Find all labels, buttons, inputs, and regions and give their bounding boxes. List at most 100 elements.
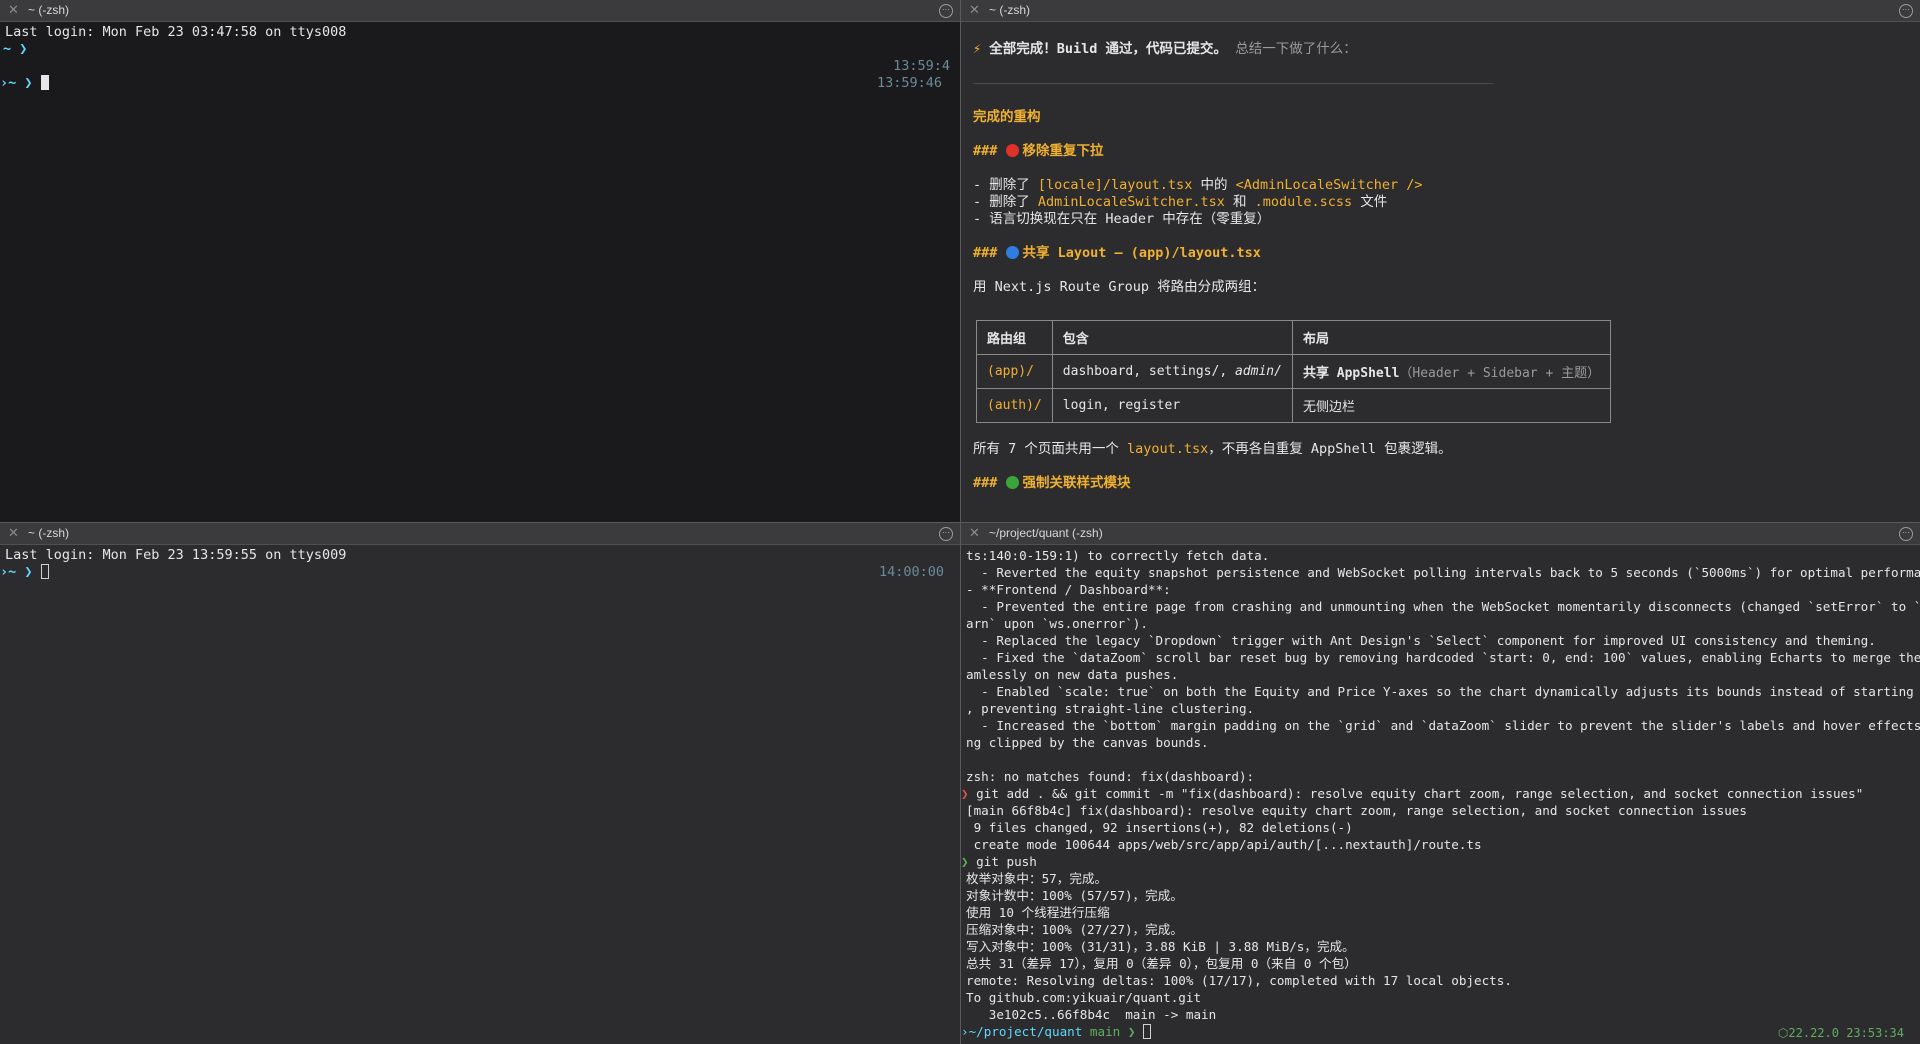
command-line: ❯ git push (961, 854, 1037, 869)
list-item: - 删除了 [locale]/layout.tsx 中的 <AdminLocal… (973, 177, 1423, 193)
summary-heading: ⚡ 全部完成！Build 通过，代码已提交。 总结一下做了什么： (973, 41, 1357, 57)
table-cell: 共享 AppShell（Header + Sidebar + 主题） (1291, 354, 1612, 389)
more-options-icon[interactable]: ··· (1899, 4, 1913, 18)
output-line: zsh: no matches found: fix(dashboard): (966, 769, 1255, 784)
prompt-symbol: ❯ (961, 854, 969, 869)
timestamp: 13:59:4 (893, 58, 950, 74)
close-icon[interactable]: ✕ (969, 2, 980, 18)
blue-circle-icon (1005, 246, 1019, 259)
output-line: remote: Resolving deltas: 100% (17/17), … (966, 973, 1512, 988)
table-cell: (auth)/ (976, 388, 1053, 423)
pane-title: ~ (-zsh) (28, 526, 70, 540)
output-line: 3e102c5..66f8b4c main -> main (966, 1007, 1217, 1022)
output-line: ts:140:0-159:1) to correctly fetch data. (966, 548, 1270, 563)
prompt-line: ~ ❯ (3, 41, 28, 57)
terminal-pane-bottom-left[interactable]: ✕ ~ (-zsh) ··· Last login: Mon Feb 23 13… (0, 523, 960, 1044)
output-line: 使用 10 个线程进行压缩 (966, 905, 1110, 920)
active-prompt-line[interactable]: ›~ ❯ (0, 75, 49, 92)
output-line: - Prevented the entire page from crashin… (966, 599, 1920, 614)
more-options-icon[interactable]: ··· (939, 4, 953, 18)
more-options-icon[interactable]: ··· (1899, 527, 1913, 541)
prompt-symbol: ❯ (961, 786, 969, 801)
table-row: (app)/ dashboard, settings/, admin/ 共享 A… (976, 354, 1612, 389)
pane-titlebar: ✕ ~ (-zsh) ··· (0, 523, 960, 545)
pane-title: ~/project/quant (-zsh) (989, 526, 1103, 540)
last-login-text: Last login: Mon Feb 23 13:59:55 on ttys0… (5, 547, 347, 563)
output-line: - Reverted the equity snapshot persisten… (966, 565, 1920, 580)
output-line: 压缩对象中：100% (27/27)，完成。 (966, 922, 1183, 937)
list-item: - 删除了 AdminLocaleSwitcher.tsx 和 .module.… (973, 194, 1388, 210)
output-line: amlessly on new data pushes. (966, 667, 1179, 682)
text-cursor (1143, 1024, 1151, 1039)
output-line: 9 files changed, 92 insertions(+), 82 de… (966, 820, 1353, 835)
route-group-table: 路由组 包含 布局 (app)/ dashboard, settings/, a… (976, 320, 1612, 423)
table-header: 布局 (1291, 320, 1612, 355)
active-prompt-line[interactable]: ›~/project/quant main ❯ (961, 1023, 1920, 1040)
last-login-text: Last login: Mon Feb 23 03:47:58 on ttys0… (5, 24, 347, 40)
summary-text: 所有 7 个页面共用一个 layout.tsx，不再各自重复 AppShell … (973, 441, 1452, 457)
log-lines: ts:140:0-159:1) to correctly fetch data.… (961, 547, 1920, 1040)
output-line: 写入对象中：100% (31/31)，3.88 KiB | 3.88 MiB/s… (966, 939, 1355, 954)
terminal-pane-top-right[interactable]: ✕ ~ (-zsh) ··· ⚡ 全部完成！Build 通过，代码已提交。 总结… (961, 0, 1920, 522)
pane-titlebar: ✕ ~ (-zsh) ··· (0, 0, 960, 22)
pane-title: ~ (-zsh) (28, 3, 70, 17)
table-cell: 无侧边栏 (1291, 388, 1612, 423)
terminal-output[interactable]: ts:140:0-159:1) to correctly fetch data.… (961, 545, 1920, 1044)
current-path: ›~/project/quant (961, 1024, 1083, 1039)
lightning-icon: ⚡ (973, 41, 982, 57)
timestamp: 14:00:00 (878, 564, 944, 580)
output-line: [main 66f8b4c] fix(dashboard): resolve e… (966, 803, 1747, 818)
output-line: create mode 100644 apps/web/src/app/api/… (966, 837, 1482, 852)
output-line: ng clipped by the canvas bounds. (966, 735, 1209, 750)
pane-titlebar: ✕ ~/project/quant (-zsh) ··· (961, 523, 1920, 545)
heading-remove-dropdown: ### 移除重复下拉 (973, 143, 1104, 159)
output-line: To github.com:yikuair/quant.git (966, 990, 1202, 1005)
output-line: 总共 31（差异 17），复用 0（差异 0），包复用 0（来自 0 个包） (966, 956, 1357, 971)
command-line: ❯ git add . && git commit -m "fix(dashbo… (961, 786, 1864, 801)
separator (973, 83, 1493, 84)
prompt-symbol: ›~ ❯ (0, 564, 33, 580)
output-line: - **Frontend / Dashboard**: (966, 582, 1171, 597)
more-options-icon[interactable]: ··· (939, 527, 953, 541)
list-item: - 语言切换现在只在 Header 中存在（零重复） (973, 211, 1271, 227)
table-cell: dashboard, settings/, admin/ (1051, 354, 1293, 389)
table-row: (auth)/ login, register 无侧边栏 (976, 388, 1612, 423)
heading-shared-layout: ### 共享 Layout — (app)/layout.tsx (973, 245, 1261, 261)
terminal-pane-bottom-right[interactable]: ✕ ~/project/quant (-zsh) ··· ts:140:0-15… (961, 523, 1920, 1044)
terminal-output[interactable]: Last login: Mon Feb 23 13:59:55 on ttys0… (0, 545, 960, 1044)
output-line: - Fixed the `dataZoom` scroll bar reset … (966, 650, 1920, 665)
node-version-status: ⬡22.22.0 23:53:34 (1777, 1026, 1904, 1040)
table-cell: (app)/ (976, 354, 1053, 389)
output-line: 对象计数中：100% (57/57)，完成。 (966, 888, 1183, 903)
output-line: , preventing straight-line clustering. (966, 701, 1255, 716)
close-icon[interactable]: ✕ (8, 2, 19, 18)
pane-title: ~ (-zsh) (989, 3, 1031, 17)
output-line: 枚举对象中：57，完成。 (966, 871, 1108, 886)
output-line: - Replaced the legacy `Dropdown` trigger… (966, 633, 1876, 648)
red-circle-icon (1005, 144, 1019, 157)
close-icon[interactable]: ✕ (8, 525, 19, 541)
git-branch: main ❯ (1082, 1024, 1136, 1039)
output-line: - Increased the `bottom` margin padding … (966, 718, 1920, 733)
pane-titlebar: ✕ ~ (-zsh) ··· (961, 0, 1920, 22)
heading-style-module: ### 强制关联样式模块 (973, 475, 1131, 491)
terminal-output[interactable]: Last login: Mon Feb 23 03:47:58 on ttys0… (0, 22, 960, 522)
terminal-pane-top-left[interactable]: ✕ ~ (-zsh) ··· Last login: Mon Feb 23 03… (0, 0, 960, 522)
output-line: - Enabled `scale: true` on both the Equi… (966, 684, 1920, 699)
table-header: 路由组 (976, 320, 1053, 355)
section-title: 完成的重构 (973, 109, 1041, 125)
table-header: 包含 (1051, 320, 1293, 355)
text-cursor (40, 75, 49, 90)
table-cell: login, register (1051, 388, 1293, 423)
active-prompt-line[interactable]: ›~ ❯ (0, 564, 49, 581)
green-circle-icon (1005, 476, 1019, 489)
output-line: arn` upon `ws.onerror`). (966, 616, 1148, 631)
route-intro-text: 用 Next.js Route Group 将路由分成两组： (973, 279, 1266, 295)
close-icon[interactable]: ✕ (969, 525, 980, 541)
assistant-output[interactable]: ⚡ 全部完成！Build 通过，代码已提交。 总结一下做了什么： 完成的重构 #… (961, 22, 1920, 522)
text-cursor (40, 564, 49, 579)
timestamp: 13:59:46 (876, 75, 942, 91)
prompt-symbol: ›~ ❯ (0, 75, 33, 91)
table-header-row: 路由组 包含 布局 (976, 320, 1612, 355)
